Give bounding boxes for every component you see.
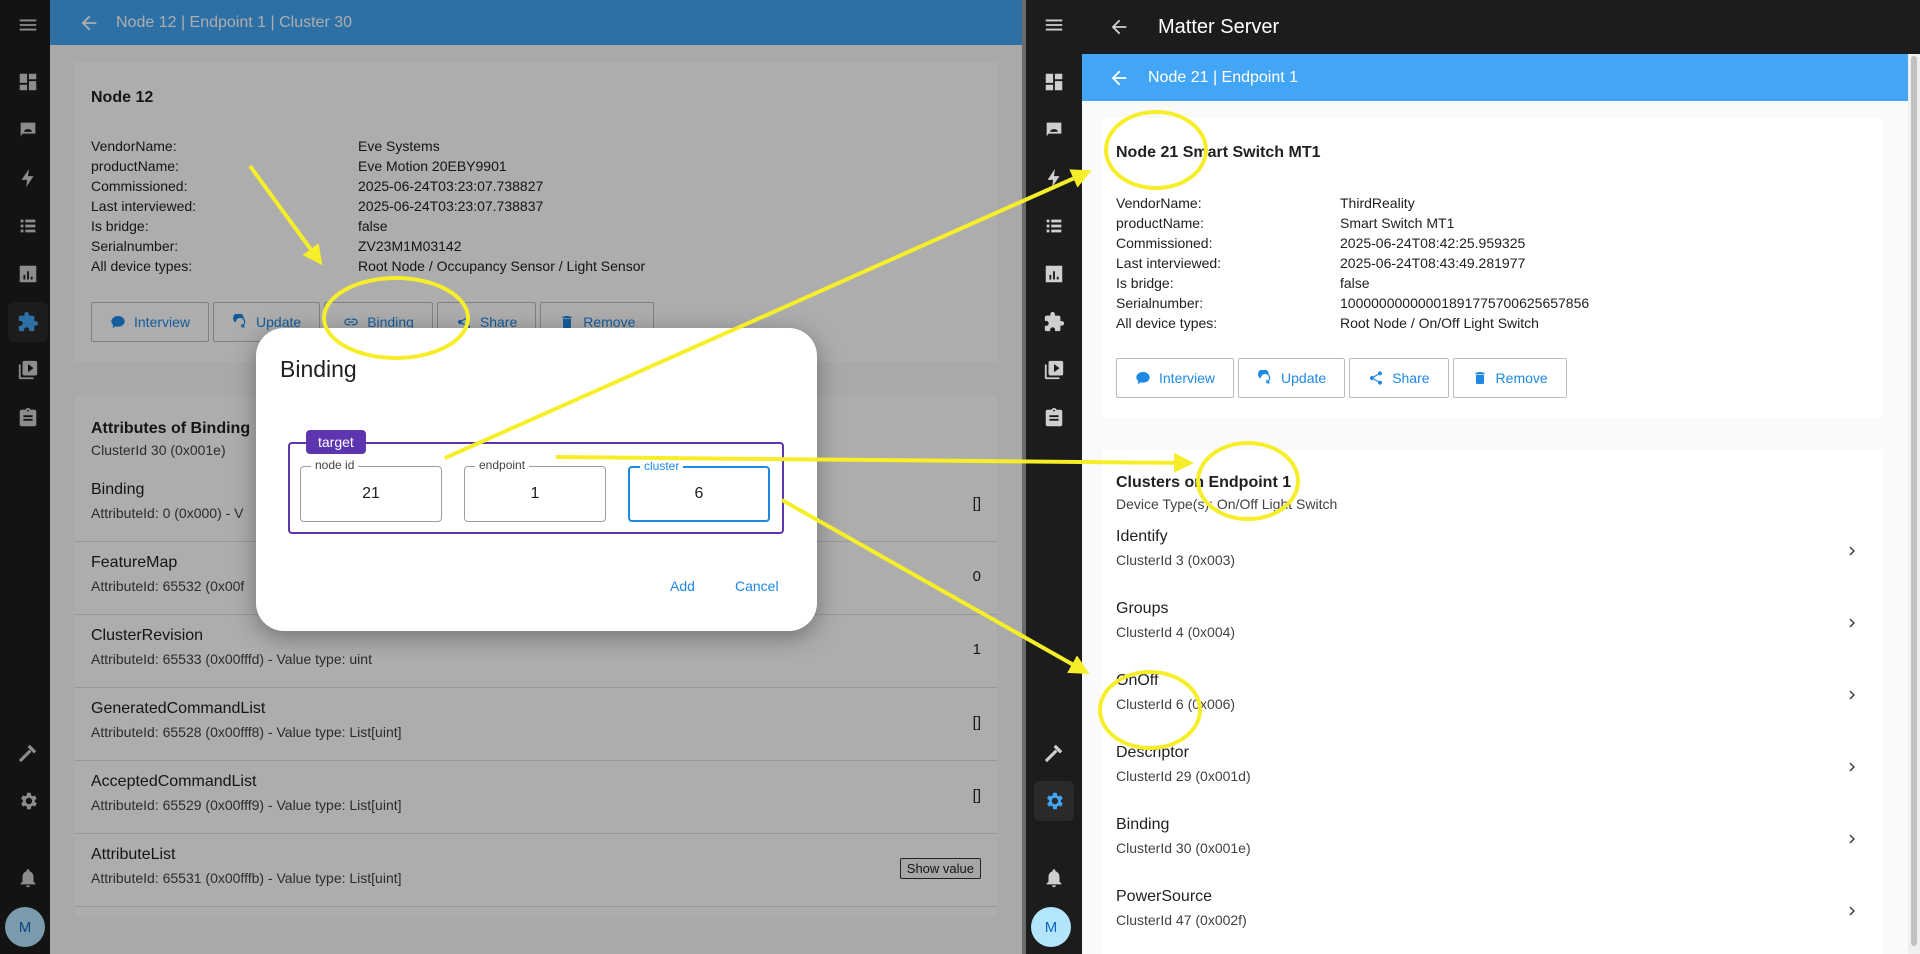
cluster-row[interactable]: Groups ClusterId 4 (0x004) xyxy=(1102,588,1883,661)
cluster-row[interactable]: PowerSource ClusterId 47 (0x002f) xyxy=(1102,876,1883,949)
kv-value: 10000000000001891775700625657856 xyxy=(1340,295,1590,311)
node-info-card: Node 21 Smart Switch MT1 VendorName: Thi… xyxy=(1102,118,1883,418)
endpoint-value: 1 xyxy=(530,485,540,502)
ha-sidebar-right: M xyxy=(1026,0,1082,954)
app-title: Matter Server xyxy=(1158,15,1280,38)
cluster-row[interactable]: Binding ClusterId 30 (0x001e) xyxy=(1102,804,1883,877)
clusters-card: Clusters on Endpoint 1 Device Type(s): O… xyxy=(1102,450,1883,954)
kv-value: 2025-06-24T08:42:25.959325 xyxy=(1340,235,1526,251)
user-avatar[interactable]: M xyxy=(1031,907,1071,947)
cluster-label: cluster xyxy=(640,459,684,473)
kv-key: Commissioned: xyxy=(1116,235,1213,251)
chevron-right-icon xyxy=(1843,902,1861,920)
logbook-icon[interactable] xyxy=(1034,206,1074,246)
node-action-buttons: Interview Update Share Remove xyxy=(1116,358,1567,398)
clusters-title: Clusters on Endpoint 1 xyxy=(1116,474,1292,491)
chevron-right-icon xyxy=(1843,830,1861,848)
binding-dialog: Binding target node id 21 endpoint 1 clu… xyxy=(256,328,817,631)
kv-key: VendorName: xyxy=(1116,195,1202,211)
kv-value: false xyxy=(1340,275,1370,291)
menu-icon[interactable] xyxy=(1034,5,1074,45)
chevron-right-icon xyxy=(1843,542,1861,560)
right-main-content: Node 21 | Endpoint 1 Node 21 Smart Switc… xyxy=(1082,54,1908,954)
matter-puzzle-icon[interactable] xyxy=(1034,302,1074,342)
kv-key: Last interviewed: xyxy=(1116,255,1222,271)
cluster-row[interactable]: OnOff ClusterId 6 (0x006) xyxy=(1102,660,1883,733)
right-sub-app-bar: Node 21 | Endpoint 1 xyxy=(1082,54,1908,101)
cluster-row[interactable]: Identify ClusterId 3 (0x003) xyxy=(1102,516,1883,589)
right-page-title: Node 21 | Endpoint 1 xyxy=(1148,68,1299,86)
cluster-input[interactable]: cluster 6 xyxy=(628,459,770,522)
cluster-row[interactable]: Descriptor ClusterId 29 (0x001d) xyxy=(1102,732,1883,805)
left-window: M Node 12 | Endpoint 1 | Cluster 30 Node… xyxy=(0,0,1022,954)
energy-icon[interactable] xyxy=(1034,158,1074,198)
notifications-bell-icon[interactable] xyxy=(1034,858,1074,898)
add-button[interactable]: Add xyxy=(670,578,695,594)
vertical-scrollbar[interactable] xyxy=(1908,54,1920,954)
chevron-right-icon xyxy=(1843,614,1861,632)
remove-button[interactable]: Remove xyxy=(1452,358,1567,398)
share-icon xyxy=(1370,371,1383,385)
kv-value: ThirdReality xyxy=(1340,195,1415,211)
overview-icon[interactable] xyxy=(1034,62,1074,102)
trash-icon xyxy=(1474,372,1485,384)
chat-icon xyxy=(1136,372,1150,384)
right-window: M Matter Server Node 21 | Endpoint 1 Nod… xyxy=(1026,0,1920,954)
endpoint-label: endpoint xyxy=(475,458,530,472)
kv-value: Root Node / On/Off Light Switch xyxy=(1340,315,1539,331)
back-arrow-icon[interactable] xyxy=(1108,16,1130,38)
share-button[interactable]: Share xyxy=(1349,358,1449,398)
kv-key: Is bridge: xyxy=(1116,275,1174,291)
settings-gear-icon[interactable] xyxy=(1034,781,1074,821)
dialog-title: Binding xyxy=(280,356,357,382)
target-fieldset: target node id 21 endpoint 1 cluster 6 xyxy=(288,430,784,534)
clusters-subtitle: Device Type(s): On/Off Light Switch xyxy=(1116,496,1338,512)
map-icon[interactable] xyxy=(1034,110,1074,150)
endpoint-input[interactable]: endpoint 1 xyxy=(464,458,606,522)
scrollbar-thumb[interactable] xyxy=(1911,56,1917,946)
kv-key: All device types: xyxy=(1116,315,1218,331)
chevron-right-icon xyxy=(1843,758,1861,776)
kv-value: Smart Switch MT1 xyxy=(1340,215,1455,231)
node-title: Node 21 Smart Switch MT1 xyxy=(1116,144,1321,161)
media-icon[interactable] xyxy=(1034,350,1074,390)
cancel-button[interactable]: Cancel xyxy=(735,578,779,594)
kv-value: 2025-06-24T08:43:49.281977 xyxy=(1340,255,1526,271)
node-id-value: 21 xyxy=(362,485,380,502)
todo-icon[interactable] xyxy=(1034,398,1074,438)
matter-server-topbar: Matter Server xyxy=(1082,0,1920,54)
node-id-input[interactable]: node id 21 xyxy=(300,458,442,522)
refresh-icon xyxy=(1258,370,1271,384)
kv-key: productName: xyxy=(1116,215,1204,231)
cluster-value: 6 xyxy=(694,485,704,502)
interview-button[interactable]: Interview xyxy=(1116,358,1235,398)
node-id-label: node id xyxy=(311,458,359,472)
target-legend: target xyxy=(306,430,366,454)
back-arrow-icon[interactable] xyxy=(1108,67,1130,89)
update-button[interactable]: Update xyxy=(1238,358,1346,398)
kv-key: Serialnumber: xyxy=(1116,295,1204,311)
chevron-right-icon xyxy=(1843,686,1861,704)
history-icon[interactable] xyxy=(1034,254,1074,294)
developer-tools-icon[interactable] xyxy=(1034,733,1074,773)
